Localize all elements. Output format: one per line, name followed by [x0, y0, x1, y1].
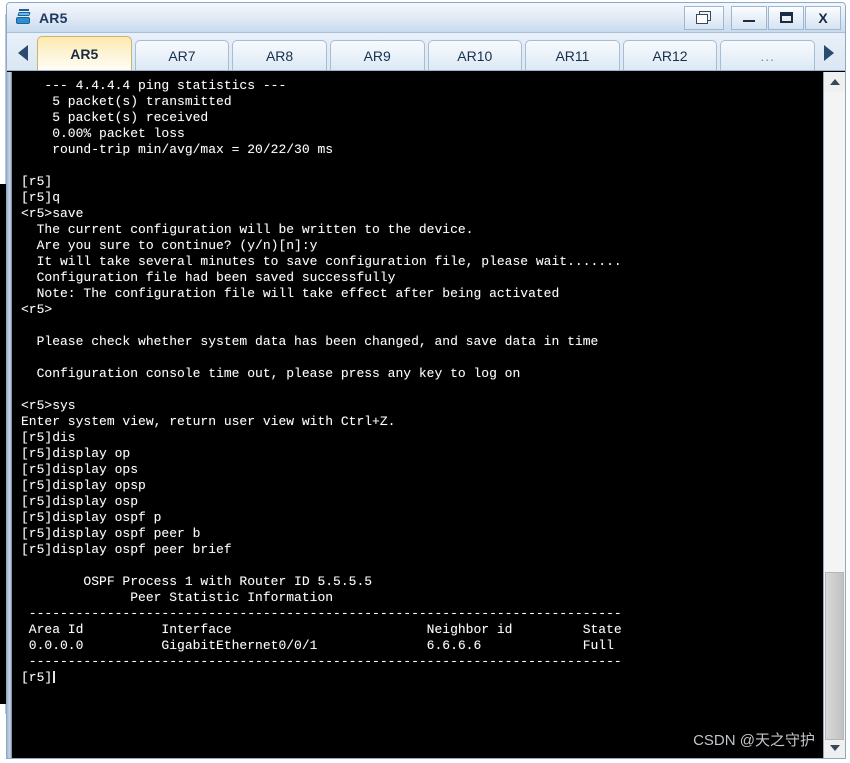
console-line: [r5]display ospf p	[21, 510, 162, 525]
scrollbar-track[interactable]	[824, 92, 845, 740]
app-root: AR5 X AR5 AR7 AR8 AR9 AR10 AR11 AR12 ...…	[0, 0, 850, 763]
console-line: ----------------------------------------…	[21, 654, 622, 669]
console-line: [r5]display ospf peer b	[21, 526, 201, 541]
tab-label: AR12	[652, 47, 688, 64]
console-line: [r5]display ospf peer brief	[21, 542, 232, 557]
console-line: round-trip min/avg/max = 20/22/30 ms	[21, 142, 334, 157]
scroll-up-button[interactable]	[824, 72, 845, 92]
tab-label: AR8	[265, 47, 294, 64]
window-title: AR5	[39, 9, 68, 26]
tab-ar10[interactable]: AR10	[427, 40, 523, 70]
tab-ar9[interactable]: AR9	[329, 40, 425, 70]
console-line: It will take several minutes to save con…	[21, 254, 622, 269]
maximize-button[interactable]	[768, 5, 804, 30]
console-line: Configuration console time out, please p…	[21, 366, 521, 381]
console-line: 0.00% packet loss	[21, 126, 185, 141]
watermark: CSDN @天之守护	[693, 732, 815, 749]
console-cursor	[53, 671, 56, 683]
minimize-button[interactable]	[731, 5, 767, 30]
ensp-device-window: AR5 X AR5 AR7 AR8 AR9 AR10 AR11 AR12 ...…	[6, 2, 846, 759]
tab-label: AR5	[70, 45, 99, 62]
console-line: <r5>save	[21, 206, 84, 221]
tab-ar5[interactable]: AR5	[37, 36, 132, 70]
console-line: [r5]display osp	[21, 494, 139, 509]
minimize-icon	[743, 20, 755, 22]
close-icon: X	[818, 9, 828, 26]
tab-scroll-right-button[interactable]	[815, 36, 843, 70]
console-line: <r5>sys	[21, 398, 76, 413]
tab-label: AR11	[555, 47, 590, 64]
title-bar: AR5 X	[7, 3, 845, 33]
chevron-left-icon	[18, 45, 28, 61]
console-line: [r5]	[21, 174, 53, 189]
close-button[interactable]: X	[805, 5, 841, 30]
console-line: 5 packet(s) received	[21, 110, 209, 125]
tab-ar12[interactable]: AR12	[622, 40, 718, 70]
terminal-area: --- 4.4.4.4 ping statistics --- 5 packet…	[7, 71, 845, 758]
console-prompt-line[interactable]: [r5]	[12, 670, 823, 686]
console-line: <r5>	[21, 302, 53, 317]
console-prompt-text: [r5]	[21, 670, 53, 685]
cli-console[interactable]: --- 4.4.4.4 ping statistics --- 5 packet…	[12, 72, 823, 758]
console-line: 0.0.0.0 GigabitEthernet0/0/1 6.6.6.6 Ful…	[21, 638, 614, 653]
router-icon	[15, 8, 33, 27]
tab-list: AR5 AR7 AR8 AR9 AR10 AR11 AR12 ...	[37, 36, 815, 70]
console-line: [r5]dis	[21, 430, 76, 445]
maximize-icon	[779, 12, 793, 23]
scroll-down-button[interactable]	[824, 738, 845, 758]
console-line: The current configuration will be writte…	[21, 222, 474, 237]
tab-label: ...	[760, 47, 776, 64]
console-scrollbar[interactable]	[823, 72, 845, 758]
tab-ar11[interactable]: AR11	[525, 40, 620, 70]
console-line: Enter system view, return user view with…	[21, 414, 396, 429]
tab-ar8[interactable]: AR8	[232, 40, 327, 70]
chevron-right-icon	[824, 45, 834, 61]
tab-label: AR7	[168, 47, 196, 64]
console-line: Please check whether system data has bee…	[21, 334, 599, 349]
window-controls: X	[684, 5, 841, 30]
tab-bar: AR5 AR7 AR8 AR9 AR10 AR11 AR12 ...	[7, 33, 845, 71]
tab-label: AR9	[363, 47, 391, 64]
console-line: [r5]q	[21, 190, 61, 205]
console-line: ----------------------------------------…	[21, 606, 622, 621]
restore-windows-icon[interactable]	[684, 5, 724, 30]
console-line: [r5]display op	[21, 446, 131, 461]
console-line: Configuration file had been saved succes…	[21, 270, 396, 285]
tab-label: AR10	[457, 47, 493, 64]
scrollbar-thumb[interactable]	[825, 572, 844, 740]
console-line: [r5]display opsp	[21, 478, 146, 493]
tab-overflow[interactable]: ...	[720, 40, 815, 70]
console-line: Area Id Interface Neighbor id State	[21, 622, 622, 637]
tab-scroll-left-button[interactable]	[9, 36, 37, 70]
console-line: 5 packet(s) transmitted	[21, 94, 232, 109]
console-line: [r5]display ops	[21, 462, 139, 477]
console-line: Note: The configuration file will take e…	[21, 286, 560, 301]
console-line: Peer Statistic Information	[21, 590, 334, 605]
console-line: --- 4.4.4.4 ping statistics ---	[21, 78, 287, 93]
console-line: OSPF Process 1 with Router ID 5.5.5.5	[21, 574, 373, 589]
caret-down-icon	[829, 745, 840, 751]
console-line: Are you sure to continue? (y/n)[n]:y	[21, 238, 318, 253]
caret-up-icon	[829, 79, 840, 85]
tab-ar7[interactable]: AR7	[134, 40, 230, 70]
